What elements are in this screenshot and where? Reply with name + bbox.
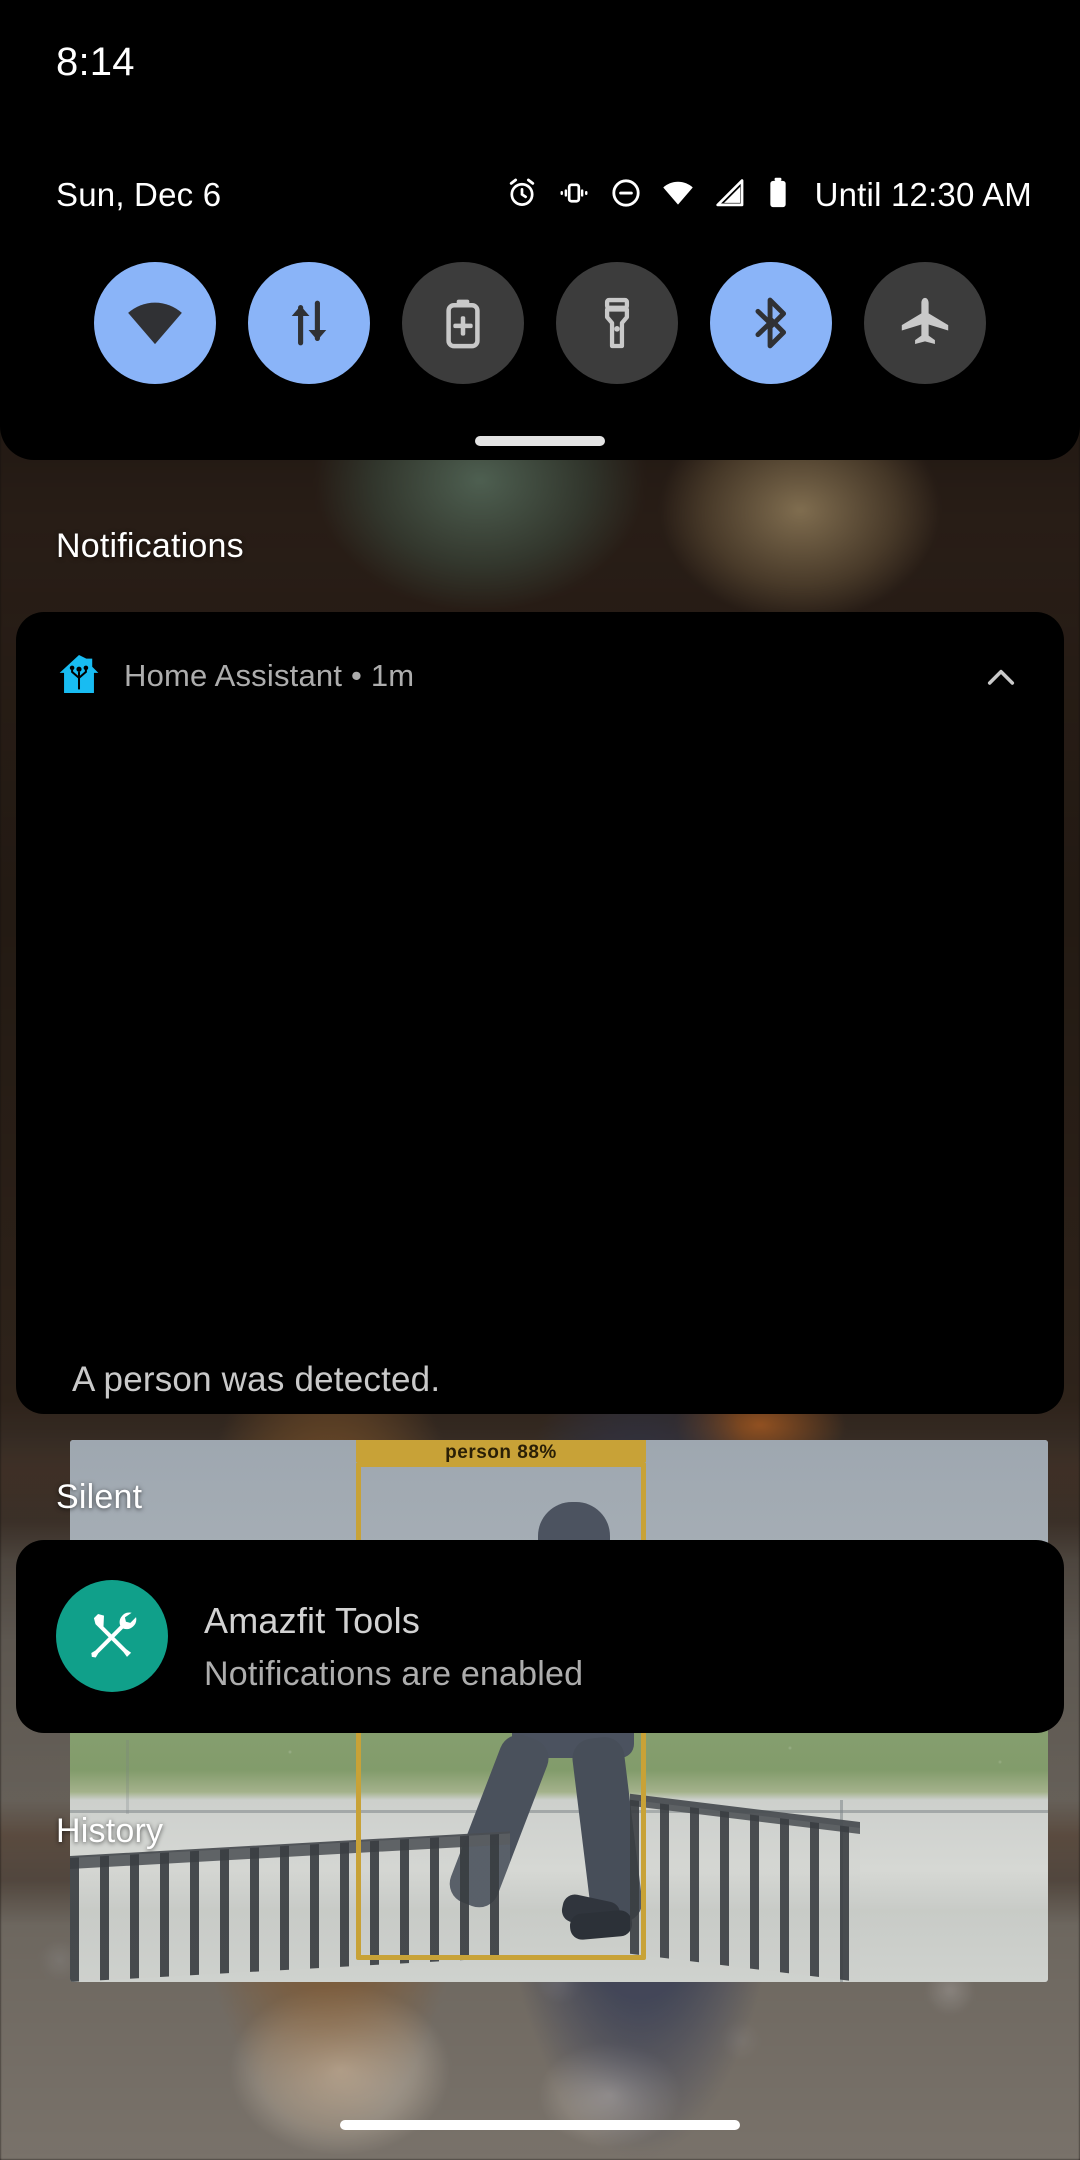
notifications-section-header: Notifications <box>56 527 244 565</box>
notification-app-header: Home Assistant • 1m <box>124 658 415 693</box>
vibrate-icon <box>557 176 591 215</box>
detection-label: person 88% <box>356 1440 646 1462</box>
snapshot-fence-right <box>630 1799 860 1982</box>
tools-icon <box>56 1580 168 1692</box>
airplane-tile[interactable] <box>864 262 986 384</box>
mobile-data-tile[interactable] <box>248 262 370 384</box>
status-bar: Sun, Dec 6 Until 12:30 AM <box>0 172 1080 218</box>
chevron-up-icon[interactable] <box>978 654 1024 700</box>
do-not-disturb-icon <box>609 176 643 215</box>
home-gesture-bar[interactable] <box>340 2120 740 2130</box>
quick-settings-drag-handle[interactable] <box>475 436 605 446</box>
detection-label-text: person 88% <box>445 1442 557 1462</box>
bluetooth-tile[interactable] <box>710 262 832 384</box>
snapshot-sidewalk-joint <box>126 1740 129 1814</box>
battery-plus-icon <box>446 299 480 349</box>
wifi-icon <box>661 176 695 215</box>
status-clock: 8:14 <box>56 40 135 84</box>
dnd-until-label: Until 12:30 AM <box>814 176 1032 213</box>
notification-body-text: A person was detected. <box>72 1360 441 1399</box>
flashlight-icon <box>604 297 630 349</box>
quick-settings-tiles <box>0 262 1080 384</box>
bluetooth-icon <box>755 297 787 349</box>
notification-header: Home Assistant • 1m <box>56 654 1024 698</box>
battery-saver-tile[interactable] <box>402 262 524 384</box>
wifi-icon <box>128 302 182 345</box>
history-section-header: History <box>56 1812 164 1850</box>
silent-section-header: Silent <box>56 1478 143 1516</box>
flashlight-tile[interactable] <box>556 262 678 384</box>
battery-icon <box>765 176 791 215</box>
airplane-icon <box>901 297 949 345</box>
wifi-tile[interactable] <box>94 262 216 384</box>
notification-home-assistant[interactable]: Home Assistant • 1m A person was detecte… <box>16 612 1064 1982</box>
notification-title: Amazfit Tools <box>204 1600 421 1641</box>
status-date: Sun, Dec 6 <box>56 176 222 213</box>
status-icon-group: Until 12:30 AM <box>505 172 1032 218</box>
notification-amazfit-tools[interactable]: Amazfit Tools Notifications are enabled <box>16 1540 1064 1733</box>
cell-signal-icon <box>713 176 747 215</box>
data-arrows-icon <box>291 300 327 346</box>
notification-body-text: Notifications are enabled <box>204 1655 584 1693</box>
alarm-icon <box>505 176 539 215</box>
quick-settings-panel: 8:14 Sun, Dec 6 Until 12:30 AM <box>0 0 1080 460</box>
home-assistant-icon <box>56 651 102 702</box>
